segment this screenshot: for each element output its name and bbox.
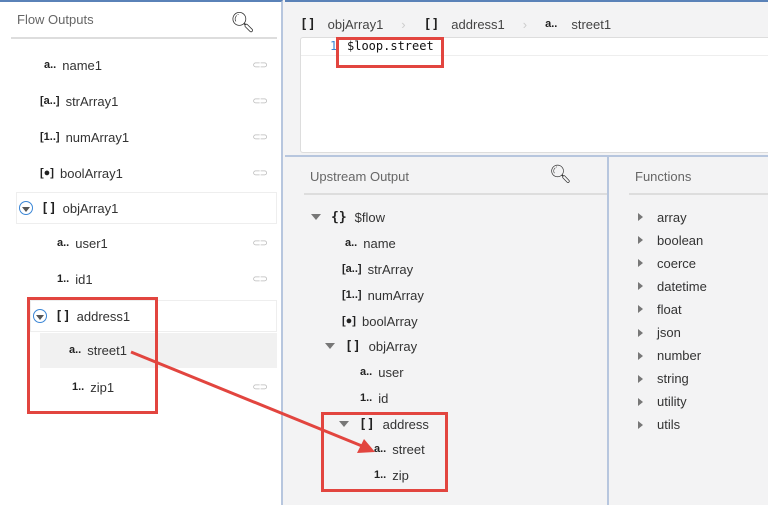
annotation-arrow bbox=[130, 350, 375, 453]
